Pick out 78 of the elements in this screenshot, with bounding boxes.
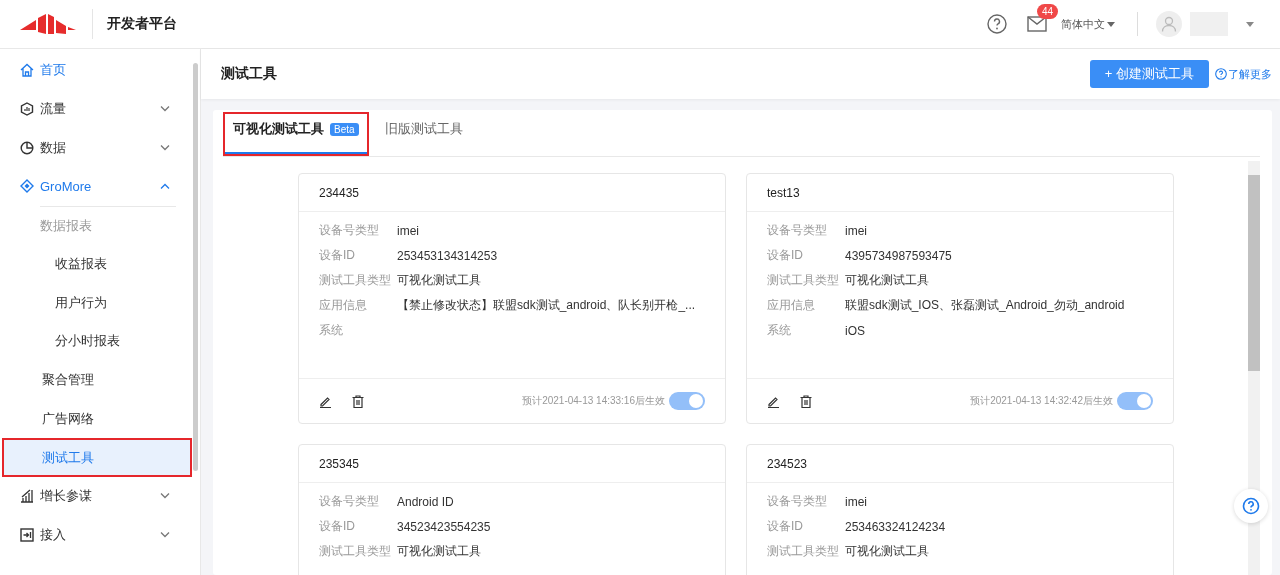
- field-label: 测试工具类型: [319, 272, 392, 289]
- help-icon: [1215, 68, 1227, 80]
- field-value: 可视化测试工具: [845, 543, 929, 560]
- edit-icon[interactable]: [767, 394, 780, 408]
- delete-icon[interactable]: [352, 394, 364, 408]
- field-value: imei: [397, 223, 419, 238]
- hexagon-icon: [20, 102, 34, 117]
- notification-badge: 44: [1037, 4, 1059, 19]
- field-label: 设备ID: [767, 247, 804, 264]
- field-value: 可视化测试工具: [845, 272, 929, 289]
- field-value: 253453134314253: [397, 248, 498, 263]
- home-icon: [20, 63, 34, 78]
- signal-bars-icon: [20, 489, 34, 504]
- field-label: 系统: [319, 322, 344, 339]
- field-label: 测试工具类型: [767, 543, 840, 560]
- caret-icon[interactable]: [1246, 21, 1254, 27]
- sidebar-item[interactable]: 接入: [0, 515, 196, 555]
- sidebar-item[interactable]: 流量: [0, 89, 196, 129]
- field-label: 应用信息: [319, 297, 368, 314]
- platform-title: 开发者平台: [107, 15, 177, 33]
- mail-icon[interactable]: [1027, 16, 1047, 32]
- toggle-switch[interactable]: [669, 392, 705, 410]
- toggle-switch[interactable]: [1117, 392, 1153, 410]
- effective-time-note: 预计2021-04-13 14:32:42后生效: [970, 394, 1113, 408]
- field-label: 测试工具类型: [319, 543, 392, 560]
- page-title: 测试工具: [221, 65, 277, 83]
- field-value: imei: [845, 494, 867, 509]
- delete-icon[interactable]: [800, 394, 812, 408]
- field-label: 设备号类型: [767, 222, 828, 239]
- field-label: 设备号类型: [767, 493, 828, 510]
- field-value: 联盟sdk测试_IOS、张磊测试_Android_勿动_android: [845, 297, 1125, 314]
- field-value: 【禁止修改状态】联盟sdk测试_android、队长别开枪_...: [397, 297, 696, 314]
- field-label: 设备ID: [767, 518, 804, 535]
- scrollbar[interactable]: [1248, 161, 1260, 575]
- login-icon: [20, 527, 34, 542]
- field-label: 设备号类型: [319, 493, 380, 510]
- tab[interactable]: 旧版测试工具: [374, 112, 473, 156]
- scrollbar[interactable]: [193, 63, 198, 471]
- card-title: test13: [767, 185, 800, 200]
- effective-time-note: 预计2021-04-13 14:33:16后生效: [522, 394, 665, 408]
- sidebar-subitem[interactable]: 分小时报表: [2, 322, 192, 361]
- card-title: 234435: [319, 185, 360, 200]
- field-label: 测试工具类型: [767, 272, 840, 289]
- sidebar-subitem[interactable]: 收益报表: [2, 244, 192, 284]
- sidebar-subitem[interactable]: 用户行为: [2, 283, 192, 323]
- learn-more-link[interactable]: 了解更多: [1215, 66, 1272, 82]
- field-label: 设备ID: [319, 518, 356, 535]
- tab[interactable]: 可视化测试工具 Beta: [223, 112, 369, 156]
- sidebar-item[interactable]: 数据: [0, 128, 196, 168]
- field-value: 34523423554235: [397, 519, 491, 534]
- sidebar-subitem[interactable]: 聚合管理: [2, 360, 192, 400]
- sidebar-subitem[interactable]: 测试工具: [2, 438, 192, 477]
- sidebar-subitem[interactable]: 广告网络: [2, 399, 192, 439]
- field-label: 应用信息: [767, 297, 816, 314]
- field-value: 253463324124234: [845, 519, 946, 534]
- help-icon[interactable]: [987, 14, 1007, 34]
- sidebar-item[interactable]: GroMore: [0, 167, 196, 206]
- field-value: iOS: [845, 323, 865, 338]
- diamond-icon: [20, 179, 34, 194]
- language-selector[interactable]: 简体中文: [1061, 16, 1115, 32]
- help-icon: [1242, 497, 1260, 515]
- field-value: 4395734987593475: [845, 248, 952, 263]
- sidebar-item[interactable]: 增长参谋: [0, 476, 196, 516]
- field-label: 设备ID: [319, 247, 356, 264]
- pie-chart-icon: [20, 140, 34, 155]
- edit-icon[interactable]: [319, 394, 332, 408]
- caret-icon: [1107, 21, 1115, 27]
- field-label: 设备号类型: [319, 222, 380, 239]
- logo-icon[interactable]: [20, 14, 76, 34]
- field-value: Android ID: [397, 494, 454, 509]
- field-value: 可视化测试工具: [397, 272, 481, 289]
- field-value: imei: [845, 223, 867, 238]
- card-title: 235345: [319, 456, 360, 471]
- sidebar-item[interactable]: 首页: [0, 51, 196, 90]
- card-title: 234523: [767, 456, 808, 471]
- field-value: 可视化测试工具: [397, 543, 481, 560]
- field-label: 系统: [767, 322, 792, 339]
- sidebar-group-label: 数据报表: [39, 216, 93, 235]
